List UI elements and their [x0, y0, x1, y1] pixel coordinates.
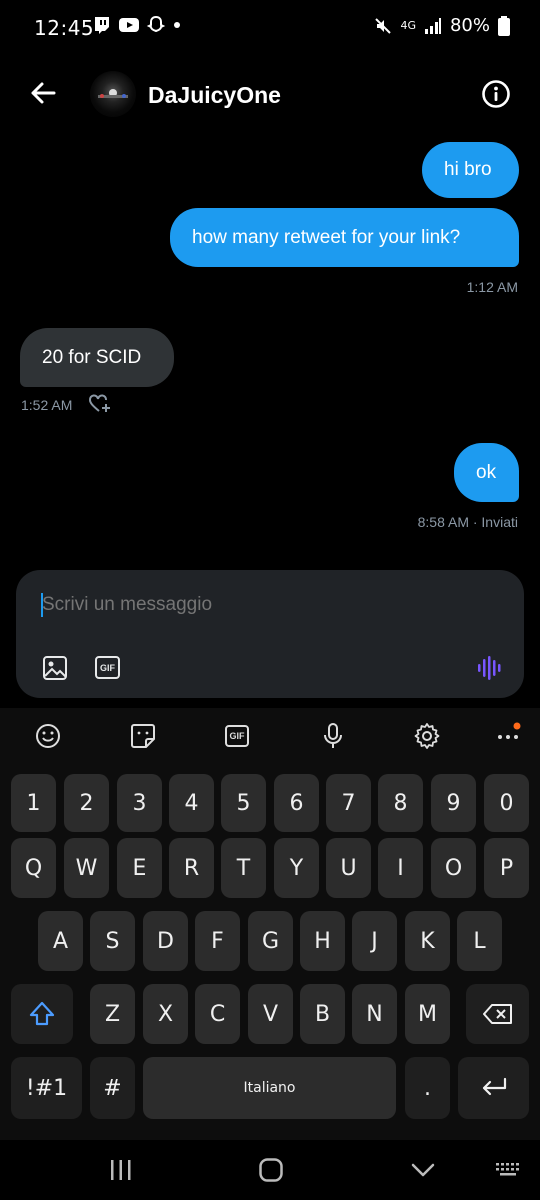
space-bar[interactable]: Italiano: [143, 1057, 396, 1119]
key-w[interactable]: W: [64, 838, 109, 898]
network-type: 4G: [400, 19, 416, 32]
message-bubble-outgoing[interactable]: ok: [454, 443, 519, 502]
key-u[interactable]: U: [326, 838, 371, 898]
key-k[interactable]: K: [405, 911, 450, 971]
sticker-icon[interactable]: [128, 721, 158, 751]
symbols-key[interactable]: !#1: [11, 1057, 82, 1119]
enter-arrow-icon: [482, 1077, 506, 1096]
youtube-icon: [119, 18, 139, 32]
key-h[interactable]: H: [300, 911, 345, 971]
key-d[interactable]: D: [143, 911, 188, 971]
info-icon[interactable]: [480, 78, 512, 110]
status-time: 12:45: [34, 16, 95, 40]
key-l[interactable]: L: [457, 911, 502, 971]
system-icons: 4G 80%: [374, 15, 510, 36]
key-7[interactable]: 7: [326, 774, 371, 832]
shift-arrow-icon: [29, 1001, 55, 1026]
key-m[interactable]: M: [405, 984, 450, 1044]
keyboard-switch-icon[interactable]: [494, 1160, 522, 1180]
snapchat-icon: [146, 15, 166, 33]
key-g[interactable]: G: [248, 911, 293, 971]
settings-gear-icon[interactable]: [412, 721, 442, 751]
key-1[interactable]: 1: [11, 774, 56, 832]
keyboard: GIF 1 2 3 4 5 6 7 8 9 0 Q W E R T Y U I …: [0, 708, 540, 1140]
key-i[interactable]: I: [378, 838, 423, 898]
key-a[interactable]: A: [38, 911, 83, 971]
avatar[interactable]: [90, 71, 136, 117]
recent-apps-icon[interactable]: [108, 1158, 134, 1182]
image-icon[interactable]: [42, 655, 68, 681]
signal-icon: [424, 17, 441, 34]
back-arrow-icon[interactable]: [28, 78, 58, 108]
notification-icons: [92, 15, 182, 35]
key-s[interactable]: S: [90, 911, 135, 971]
key-0[interactable]: 0: [484, 774, 529, 832]
emoji-icon[interactable]: [33, 721, 63, 751]
key-z[interactable]: Z: [90, 984, 135, 1044]
more-options-icon[interactable]: [494, 721, 524, 751]
dot-icon: [174, 22, 180, 28]
key-4[interactable]: 4: [169, 774, 214, 832]
status-bar: 12:45 4G 80%: [0, 0, 540, 56]
key-2[interactable]: 2: [64, 774, 109, 832]
chevron-down-icon[interactable]: [410, 1160, 436, 1180]
hash-key[interactable]: #: [90, 1057, 135, 1119]
key-f[interactable]: F: [195, 911, 240, 971]
mute-icon: [375, 17, 392, 34]
key-t[interactable]: T: [221, 838, 266, 898]
home-icon[interactable]: [258, 1157, 284, 1183]
key-3[interactable]: 3: [117, 774, 162, 832]
message-bubble-outgoing[interactable]: hi bro: [422, 142, 519, 198]
key-o[interactable]: O: [431, 838, 476, 898]
message-bubble-outgoing[interactable]: how many retweet for your link?: [170, 208, 519, 267]
gif-button[interactable]: GIF: [95, 656, 120, 679]
key-8[interactable]: 8: [378, 774, 423, 832]
period-key[interactable]: .: [405, 1057, 450, 1119]
key-c[interactable]: C: [195, 984, 240, 1044]
key-r[interactable]: R: [169, 838, 214, 898]
key-v[interactable]: V: [248, 984, 293, 1044]
key-6[interactable]: 6: [274, 774, 319, 832]
microphone-icon[interactable]: [318, 721, 348, 751]
conversation-username[interactable]: DaJuicyOne: [148, 82, 281, 109]
key-n[interactable]: N: [352, 984, 397, 1044]
shift-key[interactable]: [11, 984, 73, 1044]
key-p[interactable]: P: [484, 838, 529, 898]
message-status: 8:58 AM · Inviati: [417, 514, 518, 530]
key-5[interactable]: 5: [221, 774, 266, 832]
key-x[interactable]: X: [143, 984, 188, 1044]
message-input[interactable]: [42, 590, 472, 620]
key-j[interactable]: J: [352, 911, 397, 971]
keyboard-gif-button[interactable]: GIF: [225, 725, 249, 747]
system-navigation-bar: [0, 1140, 540, 1200]
key-9[interactable]: 9: [431, 774, 476, 832]
enter-key[interactable]: [458, 1057, 529, 1119]
key-q[interactable]: Q: [11, 838, 56, 898]
backspace-icon: [482, 1004, 512, 1024]
key-e[interactable]: E: [117, 838, 162, 898]
twitch-icon: [95, 17, 109, 34]
message-timestamp: 1:52 AM: [21, 397, 73, 413]
backspace-key[interactable]: [466, 984, 529, 1044]
message-bubble-incoming[interactable]: 20 for SCID: [20, 328, 174, 387]
key-b[interactable]: B: [300, 984, 345, 1044]
add-reaction-icon[interactable]: [88, 393, 112, 415]
battery-icon: [498, 15, 510, 36]
voice-message-icon[interactable]: [476, 655, 502, 681]
battery-percent: 80%: [449, 15, 490, 36]
key-y[interactable]: Y: [274, 838, 319, 898]
message-timestamp: 1:12 AM: [466, 279, 518, 295]
